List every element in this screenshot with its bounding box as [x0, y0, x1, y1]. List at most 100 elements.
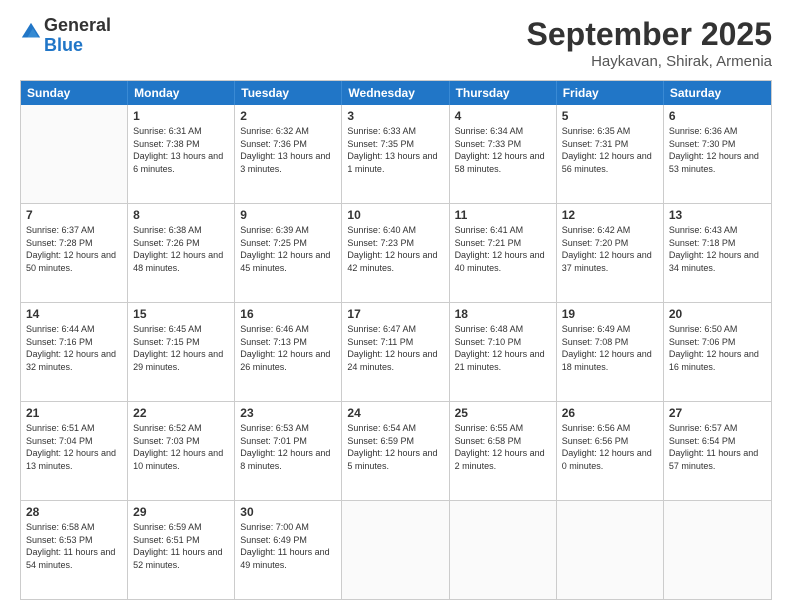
calendar-cell: 3Sunrise: 6:33 AMSunset: 7:35 PMDaylight…: [342, 105, 449, 203]
calendar-cell: 20Sunrise: 6:50 AMSunset: 7:06 PMDayligh…: [664, 303, 771, 401]
calendar-cell: 9Sunrise: 6:39 AMSunset: 7:25 PMDaylight…: [235, 204, 342, 302]
calendar-header: SundayMondayTuesdayWednesdayThursdayFrid…: [21, 81, 771, 105]
month-title: September 2025: [527, 16, 772, 53]
day-number: 2: [240, 108, 336, 124]
calendar-cell: 19Sunrise: 6:49 AMSunset: 7:08 PMDayligh…: [557, 303, 664, 401]
day-number: 10: [347, 207, 443, 223]
day-info: Sunrise: 6:42 AMSunset: 7:20 PMDaylight:…: [562, 224, 658, 274]
day-number: 16: [240, 306, 336, 322]
day-number: 6: [669, 108, 766, 124]
day-info: Sunrise: 6:33 AMSunset: 7:35 PMDaylight:…: [347, 125, 443, 175]
day-number: 28: [26, 504, 122, 520]
day-info: Sunrise: 6:50 AMSunset: 7:06 PMDaylight:…: [669, 323, 766, 373]
calendar-cell: 23Sunrise: 6:53 AMSunset: 7:01 PMDayligh…: [235, 402, 342, 500]
logo-general-text: General: [44, 15, 111, 35]
location: Haykavan, Shirak, Armenia: [527, 53, 772, 70]
logo: General Blue: [20, 16, 111, 56]
day-info: Sunrise: 6:34 AMSunset: 7:33 PMDaylight:…: [455, 125, 551, 175]
day-number: 15: [133, 306, 229, 322]
day-info: Sunrise: 6:37 AMSunset: 7:28 PMDaylight:…: [26, 224, 122, 274]
calendar-cell: [21, 105, 128, 203]
calendar-cell: 16Sunrise: 6:46 AMSunset: 7:13 PMDayligh…: [235, 303, 342, 401]
day-info: Sunrise: 6:49 AMSunset: 7:08 PMDaylight:…: [562, 323, 658, 373]
day-number: 9: [240, 207, 336, 223]
day-info: Sunrise: 6:35 AMSunset: 7:31 PMDaylight:…: [562, 125, 658, 175]
calendar-cell: 12Sunrise: 6:42 AMSunset: 7:20 PMDayligh…: [557, 204, 664, 302]
calendar-row: 1Sunrise: 6:31 AMSunset: 7:38 PMDaylight…: [21, 105, 771, 204]
day-number: 5: [562, 108, 658, 124]
title-block: September 2025 Haykavan, Shirak, Armenia: [527, 16, 772, 70]
day-info: Sunrise: 6:44 AMSunset: 7:16 PMDaylight:…: [26, 323, 122, 373]
cal-header-cell: Sunday: [21, 81, 128, 105]
day-info: Sunrise: 6:36 AMSunset: 7:30 PMDaylight:…: [669, 125, 766, 175]
day-info: Sunrise: 6:31 AMSunset: 7:38 PMDaylight:…: [133, 125, 229, 175]
calendar-cell: 15Sunrise: 6:45 AMSunset: 7:15 PMDayligh…: [128, 303, 235, 401]
day-info: Sunrise: 6:46 AMSunset: 7:13 PMDaylight:…: [240, 323, 336, 373]
calendar-cell: 17Sunrise: 6:47 AMSunset: 7:11 PMDayligh…: [342, 303, 449, 401]
day-number: 4: [455, 108, 551, 124]
day-number: 27: [669, 405, 766, 421]
day-number: 17: [347, 306, 443, 322]
day-info: Sunrise: 6:59 AMSunset: 6:51 PMDaylight:…: [133, 521, 229, 571]
day-info: Sunrise: 6:52 AMSunset: 7:03 PMDaylight:…: [133, 422, 229, 472]
calendar-cell: 28Sunrise: 6:58 AMSunset: 6:53 PMDayligh…: [21, 501, 128, 599]
calendar-row: 14Sunrise: 6:44 AMSunset: 7:16 PMDayligh…: [21, 303, 771, 402]
day-info: Sunrise: 6:43 AMSunset: 7:18 PMDaylight:…: [669, 224, 766, 274]
calendar-cell: 26Sunrise: 6:56 AMSunset: 6:56 PMDayligh…: [557, 402, 664, 500]
calendar-cell: 7Sunrise: 6:37 AMSunset: 7:28 PMDaylight…: [21, 204, 128, 302]
day-info: Sunrise: 6:54 AMSunset: 6:59 PMDaylight:…: [347, 422, 443, 472]
calendar-cell: [450, 501, 557, 599]
day-number: 22: [133, 405, 229, 421]
calendar-cell: 22Sunrise: 6:52 AMSunset: 7:03 PMDayligh…: [128, 402, 235, 500]
logo-icon: [20, 21, 42, 43]
day-number: 7: [26, 207, 122, 223]
calendar-cell: 14Sunrise: 6:44 AMSunset: 7:16 PMDayligh…: [21, 303, 128, 401]
day-number: 26: [562, 405, 658, 421]
day-info: Sunrise: 7:00 AMSunset: 6:49 PMDaylight:…: [240, 521, 336, 571]
day-info: Sunrise: 6:56 AMSunset: 6:56 PMDaylight:…: [562, 422, 658, 472]
calendar-cell: 8Sunrise: 6:38 AMSunset: 7:26 PMDaylight…: [128, 204, 235, 302]
day-number: 29: [133, 504, 229, 520]
day-info: Sunrise: 6:57 AMSunset: 6:54 PMDaylight:…: [669, 422, 766, 472]
logo-blue-text: Blue: [44, 35, 83, 55]
day-number: 13: [669, 207, 766, 223]
day-info: Sunrise: 6:45 AMSunset: 7:15 PMDaylight:…: [133, 323, 229, 373]
day-number: 30: [240, 504, 336, 520]
day-number: 1: [133, 108, 229, 124]
calendar-cell: 24Sunrise: 6:54 AMSunset: 6:59 PMDayligh…: [342, 402, 449, 500]
calendar-cell: 4Sunrise: 6:34 AMSunset: 7:33 PMDaylight…: [450, 105, 557, 203]
day-number: 8: [133, 207, 229, 223]
header: General Blue September 2025 Haykavan, Sh…: [20, 16, 772, 70]
cal-header-cell: Wednesday: [342, 81, 449, 105]
day-info: Sunrise: 6:48 AMSunset: 7:10 PMDaylight:…: [455, 323, 551, 373]
calendar-cell: 27Sunrise: 6:57 AMSunset: 6:54 PMDayligh…: [664, 402, 771, 500]
calendar-cell: 1Sunrise: 6:31 AMSunset: 7:38 PMDaylight…: [128, 105, 235, 203]
calendar-cell: [557, 501, 664, 599]
day-info: Sunrise: 6:53 AMSunset: 7:01 PMDaylight:…: [240, 422, 336, 472]
calendar-cell: 6Sunrise: 6:36 AMSunset: 7:30 PMDaylight…: [664, 105, 771, 203]
cal-header-cell: Friday: [557, 81, 664, 105]
day-info: Sunrise: 6:41 AMSunset: 7:21 PMDaylight:…: [455, 224, 551, 274]
day-info: Sunrise: 6:32 AMSunset: 7:36 PMDaylight:…: [240, 125, 336, 175]
cal-header-cell: Thursday: [450, 81, 557, 105]
day-info: Sunrise: 6:55 AMSunset: 6:58 PMDaylight:…: [455, 422, 551, 472]
day-number: 3: [347, 108, 443, 124]
calendar-body: 1Sunrise: 6:31 AMSunset: 7:38 PMDaylight…: [21, 105, 771, 599]
calendar-cell: [342, 501, 449, 599]
day-number: 23: [240, 405, 336, 421]
day-info: Sunrise: 6:58 AMSunset: 6:53 PMDaylight:…: [26, 521, 122, 571]
calendar-cell: [664, 501, 771, 599]
calendar-cell: 30Sunrise: 7:00 AMSunset: 6:49 PMDayligh…: [235, 501, 342, 599]
calendar-cell: 2Sunrise: 6:32 AMSunset: 7:36 PMDaylight…: [235, 105, 342, 203]
calendar-cell: 21Sunrise: 6:51 AMSunset: 7:04 PMDayligh…: [21, 402, 128, 500]
day-info: Sunrise: 6:40 AMSunset: 7:23 PMDaylight:…: [347, 224, 443, 274]
calendar-cell: 18Sunrise: 6:48 AMSunset: 7:10 PMDayligh…: [450, 303, 557, 401]
day-info: Sunrise: 6:38 AMSunset: 7:26 PMDaylight:…: [133, 224, 229, 274]
calendar-cell: 25Sunrise: 6:55 AMSunset: 6:58 PMDayligh…: [450, 402, 557, 500]
day-number: 12: [562, 207, 658, 223]
cal-header-cell: Monday: [128, 81, 235, 105]
calendar: SundayMondayTuesdayWednesdayThursdayFrid…: [20, 80, 772, 600]
day-info: Sunrise: 6:47 AMSunset: 7:11 PMDaylight:…: [347, 323, 443, 373]
cal-header-cell: Tuesday: [235, 81, 342, 105]
calendar-row: 28Sunrise: 6:58 AMSunset: 6:53 PMDayligh…: [21, 501, 771, 599]
